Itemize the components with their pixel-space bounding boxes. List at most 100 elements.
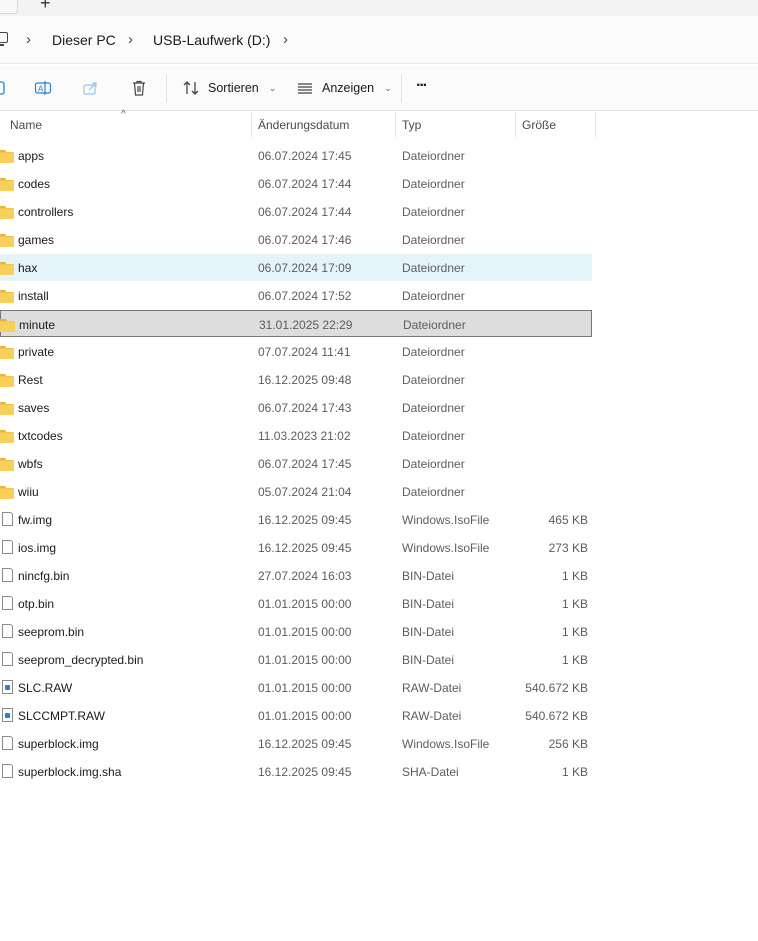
file-type: BIN-Datei xyxy=(402,625,455,639)
breadcrumb-chevron-icon[interactable]: › xyxy=(128,31,133,48)
folder-icon xyxy=(0,290,14,303)
file-row[interactable]: SLC.RAW 01.01.2015 00:00 RAW-Datei 540.672 … xyxy=(0,674,592,701)
column-header-name[interactable]: Name xyxy=(10,118,42,132)
delete-button[interactable] xyxy=(130,77,148,99)
folder-icon xyxy=(0,319,15,332)
folder-icon xyxy=(0,430,14,443)
file-type: BIN-Datei xyxy=(402,569,455,583)
file-name: private xyxy=(18,345,55,359)
column-divider[interactable] xyxy=(251,112,252,137)
view-label: Anzeigen xyxy=(322,81,375,95)
file-row[interactable]: seeprom.bin 01.01.2015 00:00 BIN-Datei 1 KB xyxy=(0,618,592,645)
folder-icon xyxy=(0,402,14,415)
new-tab-icon[interactable]: + xyxy=(40,0,51,12)
file-type: Dateiordner xyxy=(402,345,465,359)
folder-row[interactable]: hax 06.07.2024 17:09 Dateiordner xyxy=(0,254,592,281)
more-icon[interactable]: ··· xyxy=(416,75,428,97)
file-icon xyxy=(2,512,13,526)
folder-icon xyxy=(0,178,14,191)
breadcrumb-chevron-icon[interactable]: › xyxy=(283,31,288,48)
file-row[interactable]: fw.img 16.12.2025 09:45 Windows.IsoFile 465… xyxy=(0,506,592,533)
file-name: nincfg.bin xyxy=(18,569,70,583)
file-size: 256 KB xyxy=(548,737,588,751)
share-button[interactable] xyxy=(82,77,100,99)
file-type: Dateiordner xyxy=(402,485,465,499)
file-date: 07.07.2024 11:41 xyxy=(258,345,351,359)
folder-row[interactable]: wbfs 06.07.2024 17:45 Dateiordner xyxy=(0,450,592,477)
folder-icon xyxy=(0,150,14,163)
file-icon xyxy=(2,764,13,778)
tab-active[interactable]: × xyxy=(0,0,18,14)
folder-row[interactable]: games 06.07.2024 17:46 Dateiordner xyxy=(0,226,592,253)
folder-icon xyxy=(0,206,14,219)
file-row[interactable]: nincfg.bin 27.07.2024 16:03 BIN-Datei 1 KB xyxy=(0,562,592,589)
file-name: superblock.img.sha xyxy=(18,765,122,779)
folder-row[interactable]: txtcodes 11.03.2023 21:02 Dateiordner xyxy=(0,422,592,449)
file-type: Dateiordner xyxy=(402,205,465,219)
folder-row[interactable]: saves 06.07.2024 17:43 Dateiordner xyxy=(0,394,592,421)
sort-label: Sortieren xyxy=(208,81,259,95)
folder-row[interactable]: apps 06.07.2024 17:45 Dateiordner xyxy=(0,142,592,169)
address-bar[interactable]: › Dieser PC › USB-Laufwerk (D:) › xyxy=(0,16,758,64)
file-row[interactable]: ios.img 16.12.2025 09:45 Windows.IsoFile 27… xyxy=(0,534,592,561)
column-header-date[interactable]: Änderungsdatum xyxy=(258,118,349,132)
file-type: Windows.IsoFile xyxy=(402,541,490,555)
file-icon xyxy=(2,624,13,638)
file-type: Dateiordner xyxy=(402,177,465,191)
file-type: RAW-Datei xyxy=(402,709,462,723)
file-name: seeprom.bin xyxy=(18,625,85,639)
copy-button[interactable] xyxy=(0,77,10,99)
column-divider[interactable] xyxy=(395,112,396,137)
file-size: 1 KB xyxy=(561,653,588,667)
file-row[interactable]: superblock.img 16.12.2025 09:45 Windows.Is… xyxy=(0,730,592,757)
file-date: 11.03.2023 21:02 xyxy=(258,429,351,443)
folder-icon xyxy=(0,374,14,387)
column-divider[interactable] xyxy=(595,112,596,137)
folder-row[interactable]: controllers 06.07.2024 17:44 Dateiordner xyxy=(0,198,592,225)
file-date: 01.01.2015 00:00 xyxy=(258,681,352,695)
breadcrumb-chevron-icon[interactable]: › xyxy=(26,31,31,48)
file-date: 01.01.2015 00:00 xyxy=(258,653,352,667)
file-row[interactable]: SLCCMPT.RAW 01.01.2015 00:00 RAW-Datei 540.… xyxy=(0,702,592,729)
column-header-type[interactable]: Typ xyxy=(402,118,421,132)
file-date: 06.07.2024 17:44 xyxy=(258,205,352,219)
file-row[interactable]: seeprom_decrypted.bin 01.01.2015 00:00 BIN… xyxy=(0,646,592,673)
file-icon xyxy=(2,596,13,610)
file-name: otp.bin xyxy=(18,597,55,611)
file-size: 273 KB xyxy=(548,541,588,555)
file-name: seeprom_decrypted.bin xyxy=(18,653,144,667)
file-date: 06.07.2024 17:43 xyxy=(258,401,352,415)
file-date: 06.07.2024 17:45 xyxy=(258,457,352,471)
file-type: SHA-Datei xyxy=(402,765,459,779)
file-type: Dateiordner xyxy=(402,429,465,443)
file-type: Dateiordner xyxy=(402,289,465,303)
file-size: 1 KB xyxy=(561,569,588,583)
folder-row[interactable]: install 06.07.2024 17:52 Dateiordner xyxy=(0,282,592,309)
file-name: apps xyxy=(18,149,45,163)
sort-button[interactable]: Sortieren ⌄ xyxy=(182,77,276,99)
file-type: Windows.IsoFile xyxy=(402,737,490,751)
folder-row[interactable]: Rest 16.12.2025 09:48 Dateiordner xyxy=(0,366,592,393)
file-size: 465 KB xyxy=(548,513,588,527)
view-button[interactable]: Anzeigen ⌄ xyxy=(296,77,392,99)
file-row[interactable]: otp.bin 01.01.2015 00:00 BIN-Datei 1 KB xyxy=(0,590,592,617)
file-date: 16.12.2025 09:45 xyxy=(258,765,352,779)
folder-row[interactable]: wiiu 05.07.2024 21:04 Dateiordner xyxy=(0,478,592,505)
rename-button[interactable]: A xyxy=(34,77,52,99)
column-divider[interactable] xyxy=(515,112,516,137)
breadcrumb-item-dieser-pc[interactable]: Dieser PC xyxy=(52,32,116,48)
file-row[interactable]: superblock.img.sha 16.12.2025 09:45 SHA-Da… xyxy=(0,758,592,785)
column-header-size[interactable]: Größe xyxy=(522,118,556,132)
file-name: hax xyxy=(18,261,38,275)
computer-icon[interactable] xyxy=(0,32,8,46)
file-type: Dateiordner xyxy=(402,233,465,247)
folder-row[interactable]: minute 31.01.2025 22:29 Dateiordner xyxy=(0,310,592,337)
column-header: ^ Name Änderungsdatum Typ Größe xyxy=(0,109,758,138)
file-name: saves xyxy=(18,401,50,415)
folder-row[interactable]: codes 06.07.2024 17:44 Dateiordner xyxy=(0,170,592,197)
breadcrumb-item-usb-drive[interactable]: USB-Laufwerk (D:) xyxy=(153,32,270,48)
file-type: Dateiordner xyxy=(403,318,466,332)
folder-row[interactable]: private 07.07.2024 11:41 Dateiordner xyxy=(0,338,592,365)
file-name: superblock.img xyxy=(18,737,99,751)
file-size: 1 KB xyxy=(561,625,588,639)
